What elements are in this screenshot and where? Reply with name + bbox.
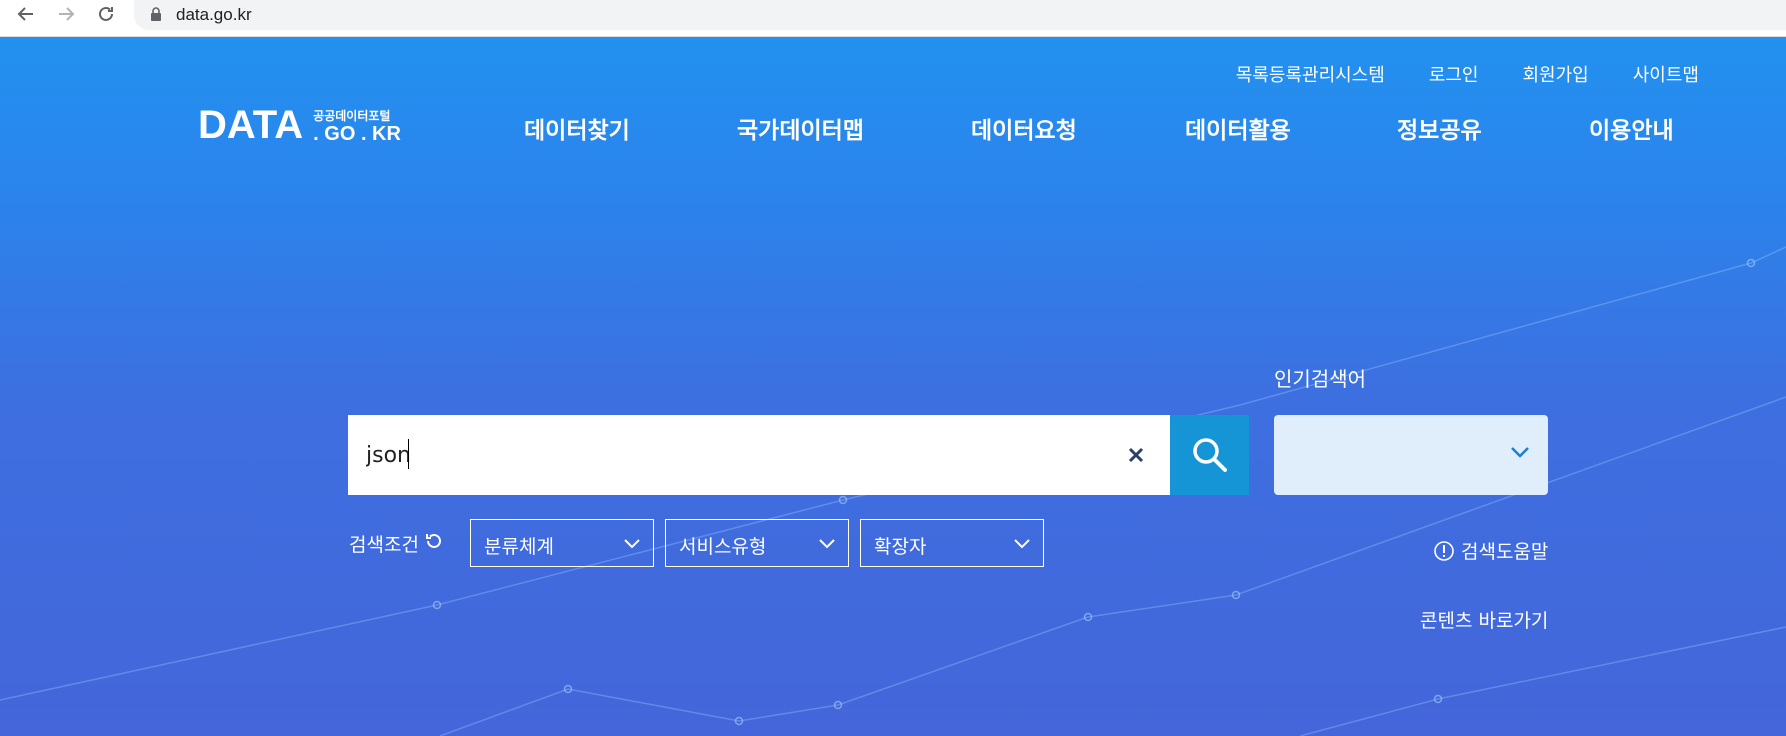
reload-button[interactable] xyxy=(88,0,124,28)
nav-info-share[interactable]: 정보공유 xyxy=(1397,111,1482,145)
forward-button[interactable] xyxy=(48,0,84,28)
search-help-link[interactable]: 검색도움말 xyxy=(1433,537,1548,564)
filter-service-type[interactable]: 서비스유형 xyxy=(665,519,849,567)
search-box xyxy=(348,415,1170,495)
close-icon xyxy=(1128,447,1144,463)
clear-search-button[interactable] xyxy=(1118,437,1154,473)
filter-extension-label: 확장자 xyxy=(874,536,927,558)
nav-data-use[interactable]: 데이터활용 xyxy=(1185,111,1291,145)
chevron-down-icon xyxy=(1511,447,1529,458)
lock-icon xyxy=(151,7,161,21)
filter-service-type-label: 서비스유형 xyxy=(679,536,767,558)
signup-link[interactable]: 회원가입 xyxy=(1523,61,1589,87)
nav-find-data[interactable]: 데이터찾기 xyxy=(524,111,630,145)
info-icon xyxy=(1434,540,1454,561)
nav-data-request[interactable]: 데이터요청 xyxy=(971,111,1077,145)
popular-search-label: 인기검색어 xyxy=(1274,367,1366,391)
filter-category[interactable]: 분류체계 xyxy=(470,519,654,567)
arrow-right-icon xyxy=(59,7,75,21)
chevron-down-icon xyxy=(624,539,640,549)
chevron-down-icon xyxy=(819,539,835,549)
search-button[interactable] xyxy=(1170,415,1249,495)
nav-national-data-map[interactable]: 국가데이터맵 xyxy=(737,111,864,145)
main-nav: 데이터찾기 국가데이터맵 데이터요청 데이터활용 정보공유 이용안내 xyxy=(0,111,1786,151)
search-icon xyxy=(1192,438,1227,472)
utility-nav: 목록등록관리시스템 로그인 회원가입 사이트맵 xyxy=(1236,61,1699,87)
arrow-left-icon xyxy=(17,7,33,21)
url-text: data.go.kr xyxy=(176,5,252,24)
skip-to-content-link[interactable]: 콘텐츠 바로가기 xyxy=(1420,606,1548,633)
back-button[interactable] xyxy=(8,0,44,28)
catalog-system-link[interactable]: 목록등록관리시스템 xyxy=(1236,61,1385,87)
chevron-down-icon xyxy=(1014,539,1030,549)
popular-search-select[interactable] xyxy=(1274,415,1548,495)
reload-icon xyxy=(99,6,113,21)
nav-guide[interactable]: 이용안내 xyxy=(1589,111,1674,145)
filter-extension[interactable]: 확장자 xyxy=(860,519,1044,567)
search-help-text: 검색도움말 xyxy=(1461,541,1549,563)
browser-toolbar: data.go.kr xyxy=(0,0,1786,37)
login-link[interactable]: 로그인 xyxy=(1429,61,1479,87)
filter-category-label: 분류체계 xyxy=(484,536,554,558)
sitemap-link[interactable]: 사이트맵 xyxy=(1633,61,1699,87)
address-bar[interactable]: data.go.kr xyxy=(134,0,1786,30)
search-condition-label: 검색조건 xyxy=(349,534,419,556)
reset-icon[interactable] xyxy=(424,531,444,551)
search-input[interactable] xyxy=(366,433,1086,477)
hero-section: 목록등록관리시스템 로그인 회원가입 사이트맵 DATA 공공데이터포털 . G… xyxy=(0,37,1786,736)
text-caret xyxy=(408,439,409,469)
